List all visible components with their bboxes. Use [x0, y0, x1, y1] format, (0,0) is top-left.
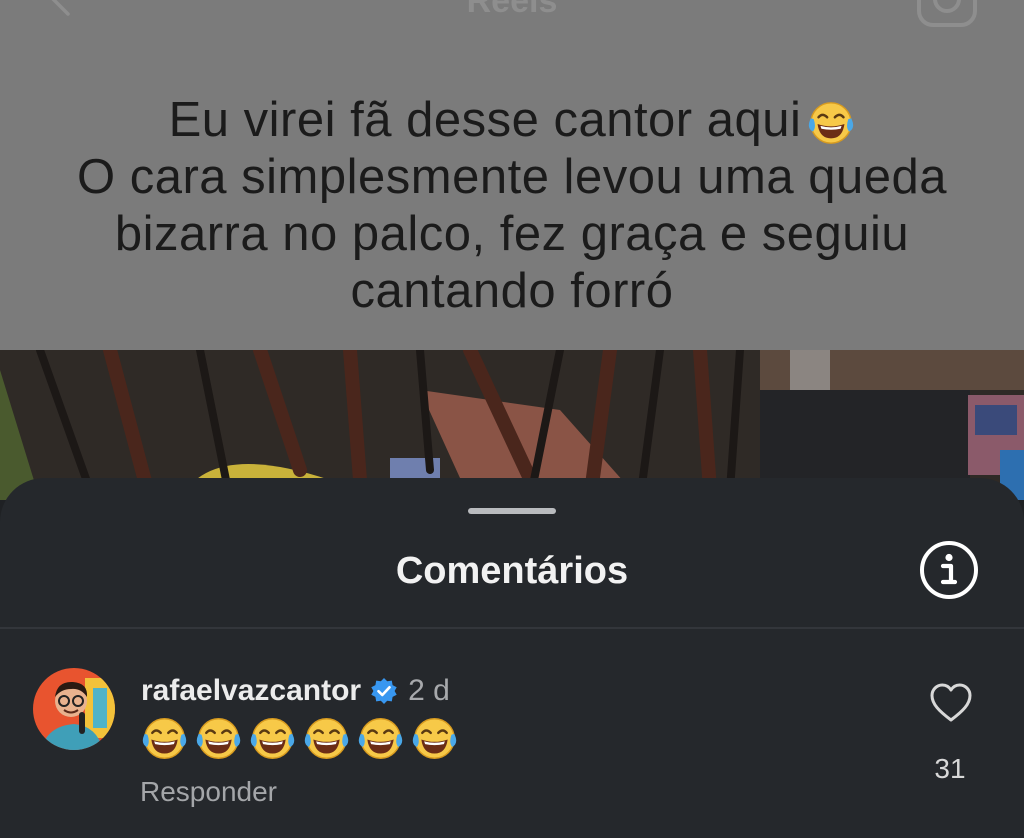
camera-icon[interactable]	[916, 0, 978, 28]
comment-username[interactable]: rafaelvazcantor	[141, 674, 361, 708]
profile-photo-image	[33, 668, 115, 750]
comment-timestamp: 2 d	[408, 674, 450, 707]
avatar[interactable]	[33, 668, 115, 750]
reels-title: Reels	[466, 0, 558, 20]
laughing-emoji-icon	[141, 715, 188, 762]
reel-caption-area: Reels Eu virei fã desse cantor aqui O ca…	[0, 0, 1024, 350]
laughing-emoji-icon	[357, 715, 404, 762]
reel-top-bar: Reels	[0, 0, 1024, 30]
comment-item: rafaelvazcantor 2 d Responder 31	[0, 663, 1024, 833]
verified-badge-icon	[371, 678, 397, 704]
like-count: 31	[934, 753, 966, 784]
laughing-emoji-icon	[249, 715, 296, 762]
comments-sheet: Comentários rafaelvazcantor 2 d Responde…	[0, 478, 1024, 838]
caption-line: Eu virei fã desse cantor aqui	[0, 92, 1024, 149]
laughing-emoji-icon	[303, 715, 350, 762]
reply-button[interactable]: Responder	[140, 776, 277, 808]
caption-line: bizarra no palco, fez graça e seguiu	[114, 207, 910, 261]
sheet-divider	[0, 627, 1024, 629]
laughing-emoji-icon	[195, 715, 242, 762]
comment-text	[141, 715, 465, 765]
heart-icon[interactable]	[929, 681, 973, 725]
laughing-emoji-icon	[411, 715, 458, 762]
reel-caption: Eu virei fã desse cantor aqui O cara sim…	[0, 92, 1024, 320]
caption-line: O cara simplesmente levou uma queda	[77, 150, 947, 204]
info-icon[interactable]	[918, 539, 980, 601]
comments-title: Comentários	[395, 550, 629, 592]
comment-header: rafaelvazcantor 2 d	[141, 671, 450, 711]
caption-line: cantando forró	[350, 264, 674, 318]
sheet-drag-handle[interactable]	[468, 508, 556, 514]
laughing-emoji-icon	[807, 99, 855, 147]
